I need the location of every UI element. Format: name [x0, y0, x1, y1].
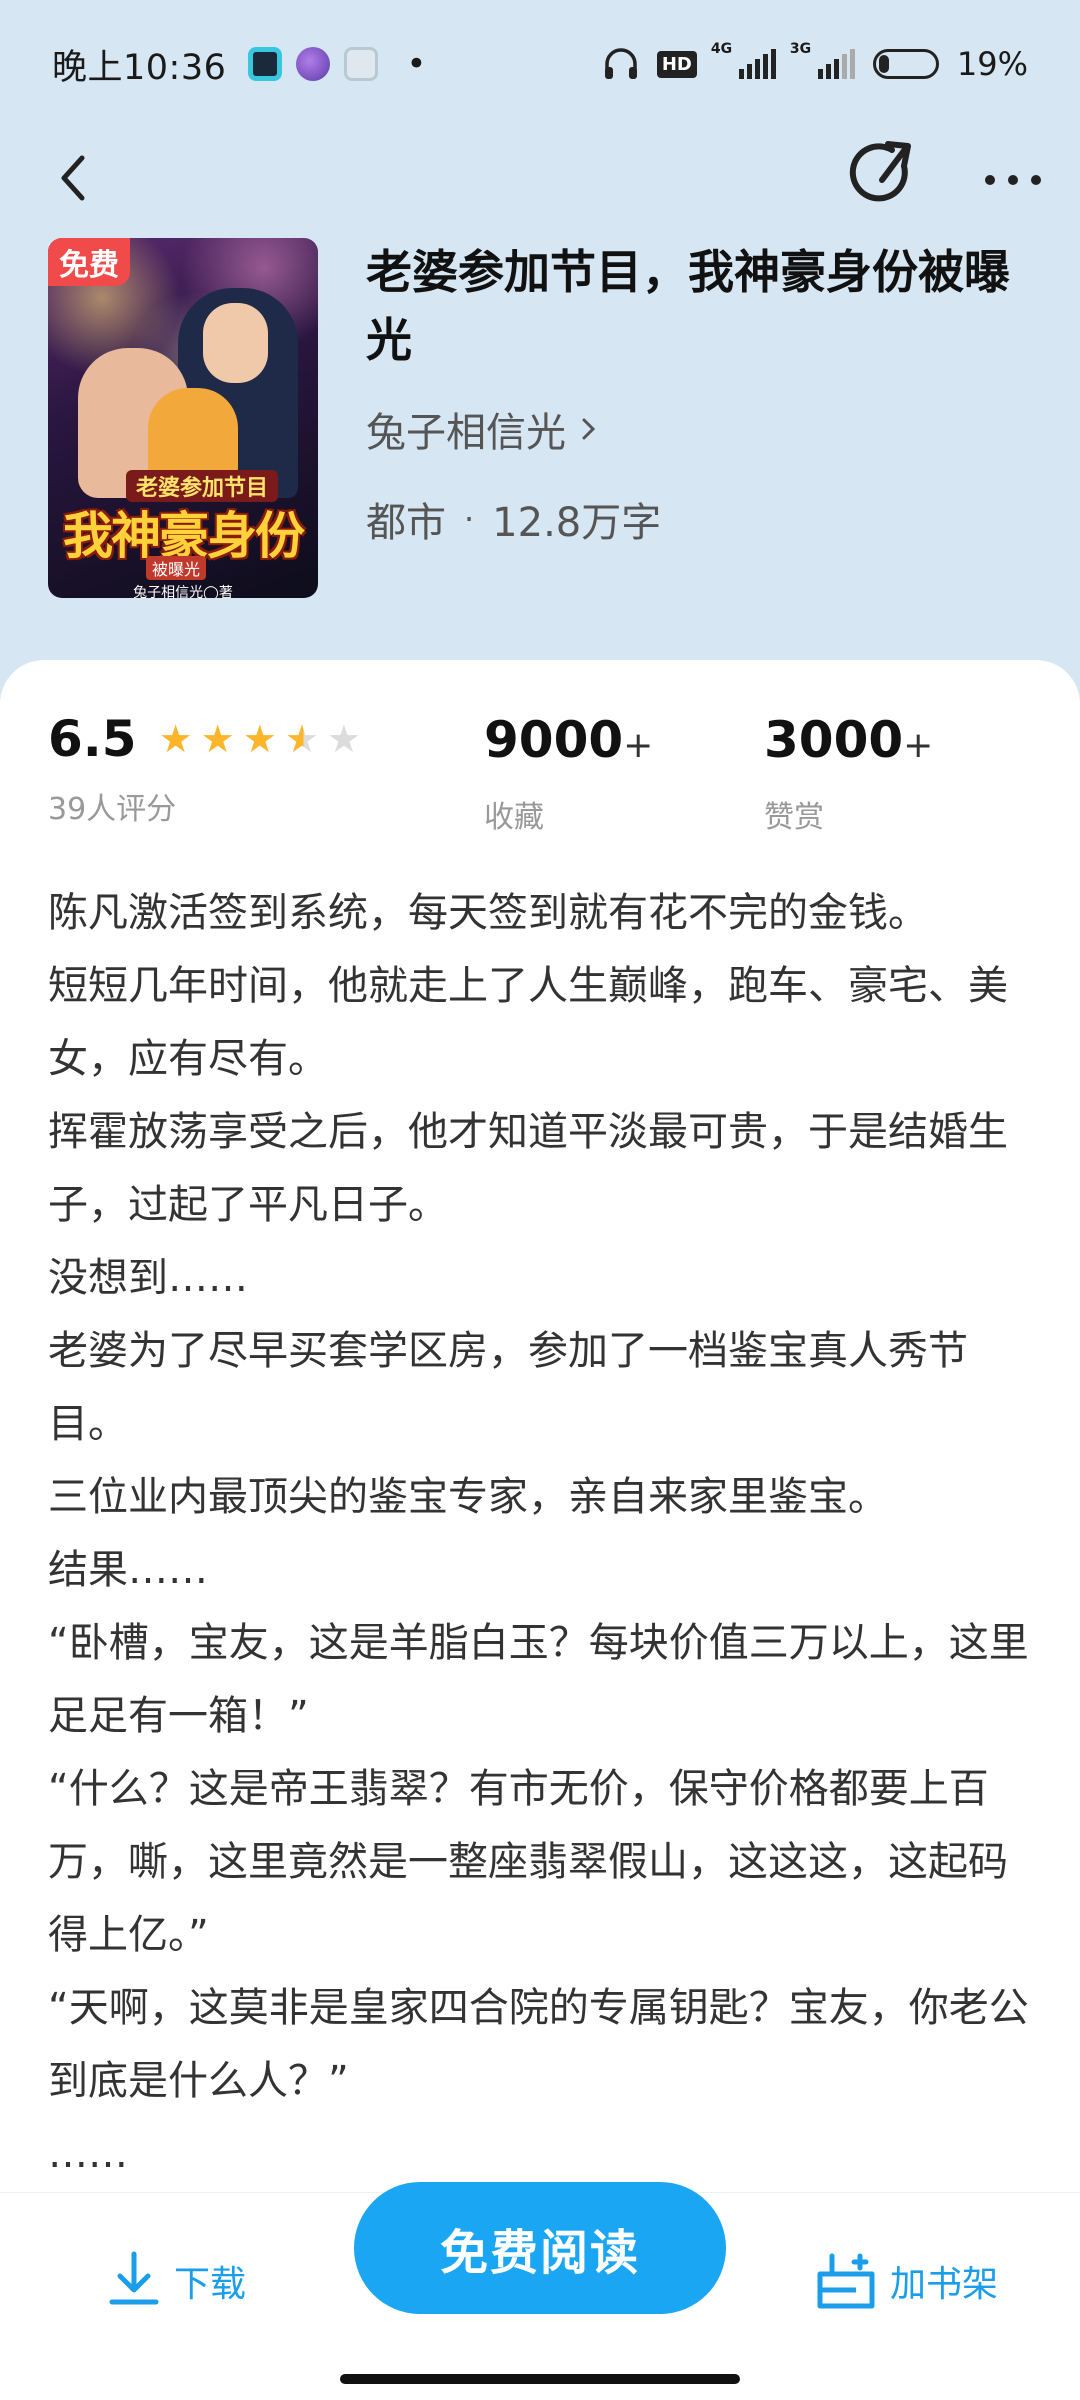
- favorites-block: 9000+ 收藏: [484, 710, 653, 836]
- synopsis-paragraph: 没想到……: [48, 1255, 248, 1301]
- status-bar: 晚上10:36 • HD 4G 3G 19%: [0, 0, 1080, 128]
- stats-row: 6.5 ★ ★ ★ ★ ★ 39人评分 9000+ 收藏 3000+ 赞赏: [48, 710, 1048, 835]
- battery-icon: [872, 49, 939, 79]
- star-icon: ★: [200, 717, 235, 761]
- synopsis-paragraph: 陈凡激活签到系统，每天签到就有花不完的金钱。: [48, 890, 928, 936]
- book-meta: 都市 · 12.8万字: [366, 490, 661, 548]
- battery-percent: 19%: [956, 45, 1028, 83]
- add-shelf-label: 加书架: [890, 2264, 999, 2305]
- synopsis-paragraph: 结果……: [48, 1547, 208, 1593]
- bookshelf-add-icon: [817, 2253, 875, 2309]
- synopsis-paragraph: 挥霍放荡享受之后，他才知道平淡最可贵，于是结婚生子，过起了平凡日子。: [48, 1109, 1008, 1228]
- cover-tag: 被曝光: [146, 556, 207, 580]
- back-arrow-icon[interactable]: [48, 148, 108, 208]
- chevron-right-icon: [582, 418, 596, 440]
- hd-badge: HD: [656, 50, 697, 78]
- download-button[interactable]: 下载: [108, 2241, 246, 2321]
- more-options-icon[interactable]: [978, 150, 1048, 210]
- star-icon: ★: [158, 717, 193, 761]
- synopsis-paragraph: “天啊，这莫非是皇家四合院的专属钥匙？宝友，你老公到底是什么人？”: [48, 1985, 1029, 2104]
- signal-4g-icon: 4G: [711, 41, 776, 79]
- book-detail-page: 晚上10:36 • HD 4G 3G 19% 老婆参加节目 我神豪身份 被曝光 …: [0, 0, 1080, 2400]
- home-indicator[interactable]: [340, 2374, 740, 2384]
- star-icon: ★: [242, 717, 277, 761]
- add-to-shelf-button[interactable]: 加书架: [816, 2241, 998, 2321]
- signal-3g-icon: 3G: [790, 41, 855, 79]
- plus-sign: +: [623, 725, 654, 766]
- book-title: 老婆参加节目，我神豪身份被曝光: [366, 245, 1010, 367]
- star-icon: ★: [326, 717, 361, 761]
- more-notifications-dot-icon: •: [406, 44, 427, 84]
- app-notification-icon: [296, 47, 331, 81]
- synopsis-paragraph: 短短几年时间，他就走上了人生巅峰，跑车、豪宅、美女，应有尽有。: [48, 963, 1008, 1082]
- rating-stars: ★ ★ ★ ★ ★: [159, 719, 361, 759]
- headphones-icon: [604, 48, 637, 79]
- book-genre: 都市: [366, 500, 446, 546]
- top-nav: [0, 128, 1080, 228]
- download-label: 下载: [174, 2264, 247, 2305]
- synopsis[interactable]: 陈凡激活签到系统，每天签到就有花不完的金钱。 短短几年时间，他就走上了人生巅峰，…: [48, 877, 1038, 2191]
- star-icon: ★: [284, 717, 319, 761]
- cover-figure-child: [148, 388, 238, 478]
- plus-sign: +: [903, 725, 934, 766]
- rating-count: 39人评分: [48, 792, 177, 827]
- word-count: 12.8万字: [492, 500, 662, 546]
- share-icon[interactable]: [848, 136, 918, 216]
- free-read-button[interactable]: 免费阅读: [354, 2182, 726, 2314]
- synopsis-paragraph: “卧槽，宝友，这是羊脂白玉？每块价值三万以上，这里足足有一箱！”: [48, 1620, 1029, 1739]
- cover-figure-face: [203, 303, 268, 383]
- rewards-label: 赞赏: [764, 800, 824, 835]
- app-notification-icon: [344, 47, 379, 81]
- network-label: 3G: [789, 41, 812, 57]
- download-icon: [109, 2251, 159, 2305]
- free-badge: 免费: [48, 238, 130, 286]
- rewards-count: 3000: [764, 711, 904, 769]
- meta-separator: ·: [464, 500, 475, 538]
- synopsis-paragraph: 老婆为了尽早买套学区房，参加了一档鉴宝真人秀节目。: [48, 1328, 968, 1447]
- synopsis-paragraph: 三位业内最顶尖的鉴宝专家，亲自来家里鉴宝。: [48, 1474, 888, 1520]
- status-right: HD 4G 3G 19%: [603, 41, 1028, 83]
- notification-icons: •: [248, 44, 426, 84]
- author-name: 兔子相信光: [366, 410, 566, 456]
- synopsis-paragraph: ……: [48, 2131, 128, 2177]
- rewards-block: 3000+ 赞赏: [764, 710, 933, 836]
- cover-author: 兔子相信光◯著: [133, 585, 233, 598]
- status-time: 晚上10:36: [52, 47, 227, 88]
- network-label: 4G: [710, 41, 733, 57]
- rating-score: 6.5: [48, 710, 137, 768]
- favorites-label: 收藏: [484, 800, 544, 835]
- rating-block[interactable]: 6.5 ★ ★ ★ ★ ★ 39人评分: [48, 710, 361, 828]
- favorites-count: 9000: [484, 711, 624, 769]
- book-cover[interactable]: 老婆参加节目 我神豪身份 被曝光 兔子相信光◯著: [48, 238, 318, 598]
- author-link[interactable]: 兔子相信光: [366, 400, 598, 458]
- app-notification-icon: [248, 47, 283, 81]
- synopsis-paragraph: “什么？这是帝王翡翠？有市无价，保守价格都要上百万，嘶，这里竟然是一整座翡翠假山…: [48, 1766, 1008, 1958]
